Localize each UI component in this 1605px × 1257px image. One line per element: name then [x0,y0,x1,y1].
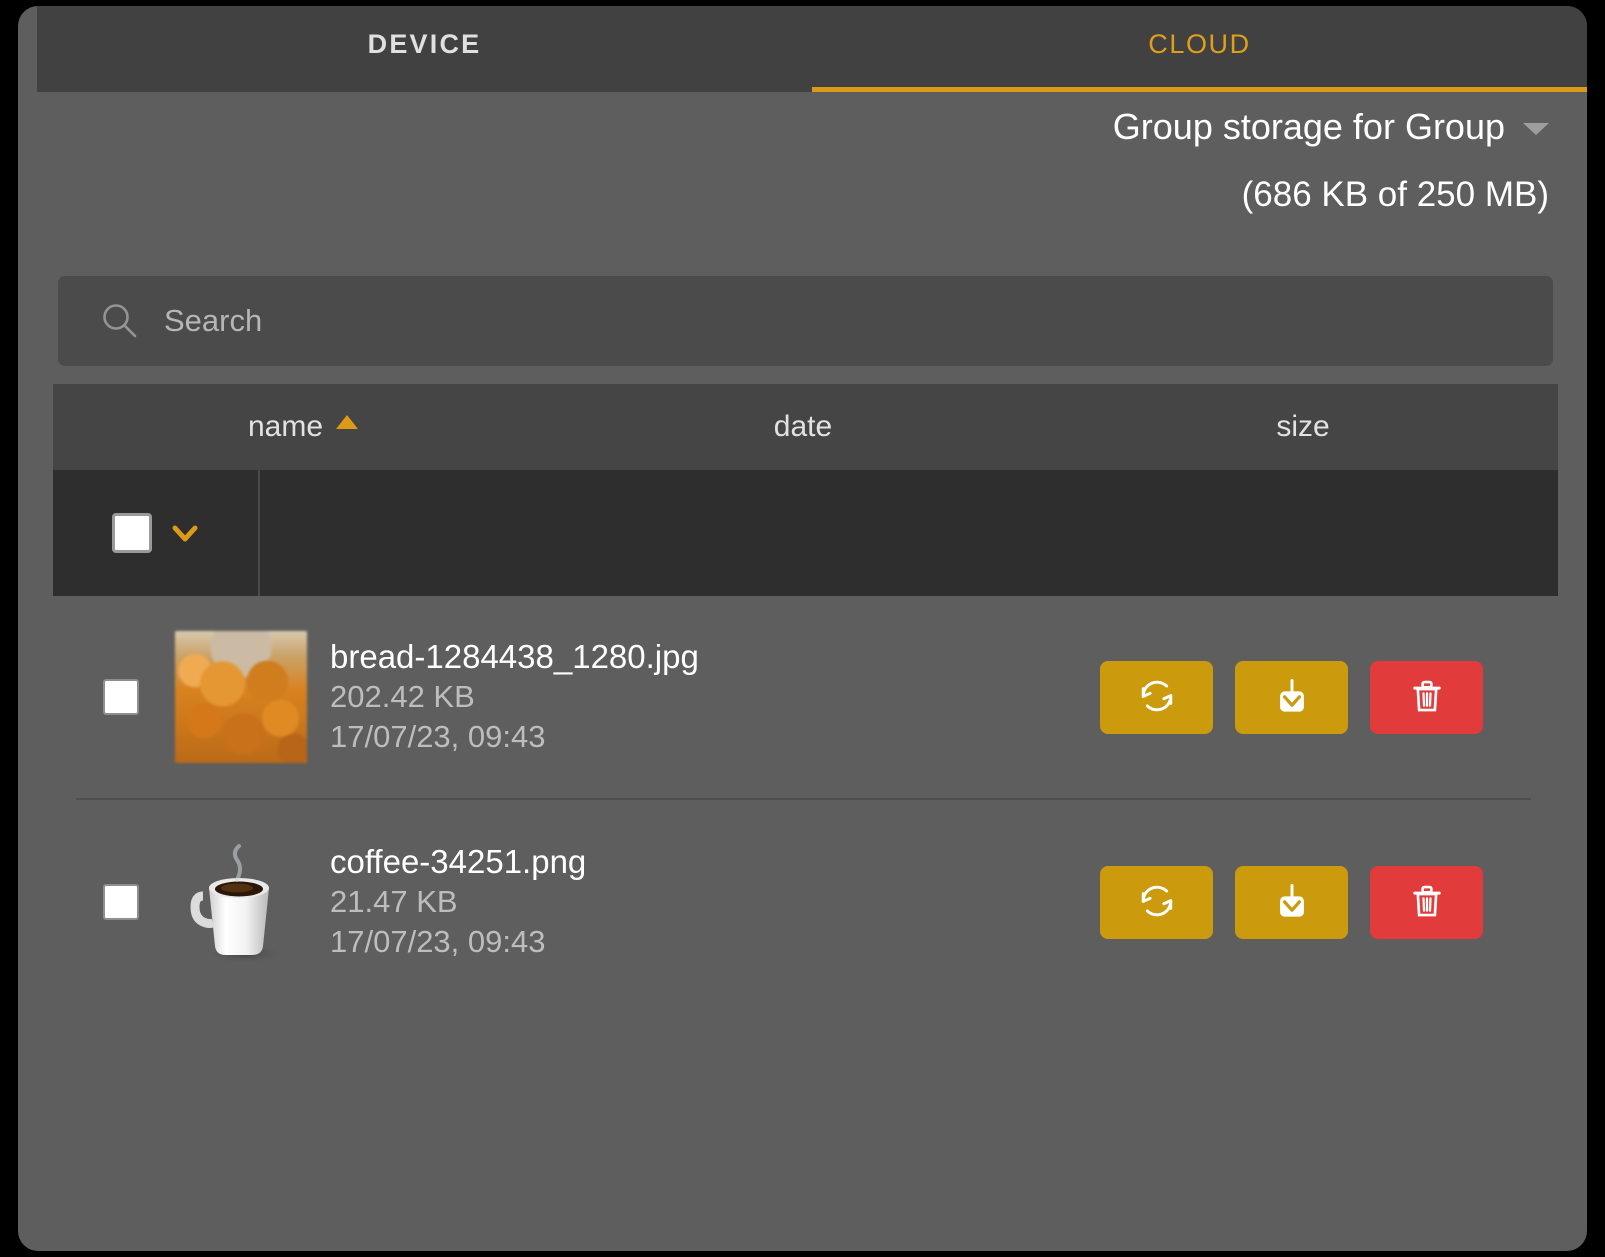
storage-header: Group storage for Group (686 KB of 250 M… [1113,106,1549,215]
file-size: 202.42 KB [330,678,475,714]
cloud-file-manager-window: DEVICE CLOUD Group storage for Group (68… [18,6,1587,1251]
group-storage-label: Group storage for Group [1112,106,1505,147]
trash-icon [1406,880,1448,925]
tab-cloud-label: CLOUD [1148,29,1251,59]
file-name: bread-1284438_1280.jpg [330,637,699,675]
row-select-checkbox[interactable] [103,884,139,920]
chevron-down-icon[interactable] [170,518,200,548]
column-header-size-label: size [1276,410,1330,443]
delete-button[interactable] [1370,660,1483,734]
row-actions [1100,660,1531,734]
download-icon [1270,879,1314,926]
download-button[interactable] [1235,865,1348,939]
group-storage-selector[interactable]: Group storage for Group [1113,106,1549,148]
table-row[interactable]: bread-1284438_1280.jpg 202.42 KB 17/07/2… [76,596,1531,800]
selection-toolbar [53,470,1558,596]
file-name: coffee-34251.png [330,842,587,880]
tab-cloud[interactable]: CLOUD [812,6,1587,92]
select-all-checkbox[interactable] [111,513,152,553]
storage-quota-label: (686 KB of 250 MB) [1241,175,1549,214]
sync-icon [1135,879,1179,926]
table-header-row: name date size [53,384,1558,470]
sync-icon [1135,674,1179,721]
trash-icon [1406,675,1448,720]
search-icon [100,301,140,341]
row-actions [1100,865,1531,939]
row-checkbox-cell [76,679,166,715]
thumbnail-cell [166,836,316,968]
column-header-name[interactable]: name [53,410,553,444]
chevron-down-icon [1523,123,1549,135]
table-row[interactable]: coffee-34251.png 21.47 KB 17/07/23, 09:4… [76,800,1531,1004]
delete-button[interactable] [1370,865,1483,939]
file-meta: coffee-34251.png 21.47 KB 17/07/23, 09:4… [316,842,1100,963]
file-meta: bread-1284438_1280.jpg 202.42 KB 17/07/2… [316,637,1100,758]
tab-bar: DEVICE CLOUD [37,6,1587,92]
column-header-date[interactable]: date [553,410,1053,444]
tab-device-label: DEVICE [367,29,482,59]
coffee-cup-thumbnail [175,836,307,968]
search-input[interactable] [140,302,1553,340]
column-header-date-label: date [773,410,833,443]
sync-button[interactable] [1100,660,1213,734]
select-all-cell [53,470,260,596]
file-list: bread-1284438_1280.jpg 202.42 KB 17/07/2… [76,596,1531,1004]
row-checkbox-cell [76,884,166,920]
sync-button[interactable] [1100,865,1213,939]
tab-device[interactable]: DEVICE [37,6,812,92]
download-icon [1270,674,1314,721]
file-size: 21.47 KB [330,883,458,919]
column-header-name-label: name [247,410,324,443]
row-select-checkbox[interactable] [103,679,139,715]
search-bar[interactable] [58,276,1553,366]
file-date: 17/07/23, 09:43 [330,924,546,960]
thumbnail-cell [166,631,316,763]
column-header-size[interactable]: size [1053,410,1553,444]
sort-ascending-icon [336,414,359,429]
bread-thumbnail [175,631,307,763]
download-button[interactable] [1235,660,1348,734]
file-date: 17/07/23, 09:43 [330,719,546,755]
